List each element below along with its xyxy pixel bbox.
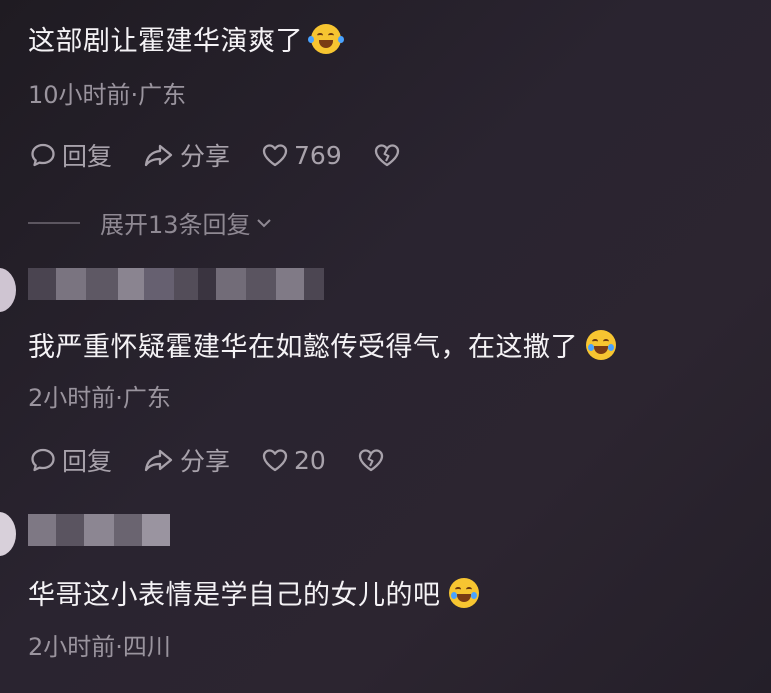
comment-3-text: 华哥这小表情是学自己的女儿的吧: [28, 578, 479, 614]
dislike-button[interactable]: [356, 445, 390, 475]
broken-heart-icon: [374, 144, 399, 167]
expand-replies-button[interactable]: 展开13条回复: [28, 205, 275, 240]
share-arrow-icon: [144, 449, 173, 472]
username-pixelated[interactable]: [28, 268, 324, 300]
reply-button[interactable]: 回复: [28, 137, 112, 173]
comment-1-text: 这部剧让霍建华演爽了: [28, 24, 344, 60]
comment-2-text: 我严重怀疑霍建华在如懿传受得气，在这撒了: [28, 330, 616, 366]
share-button[interactable]: 分享: [142, 442, 230, 478]
avatar[interactable]: [0, 268, 16, 312]
comment-1-actions: 回复 分享 769: [28, 137, 436, 173]
username-pixelated[interactable]: [28, 514, 170, 546]
like-count: 769: [294, 140, 342, 170]
like-button[interactable]: 20: [260, 445, 326, 475]
broken-heart-icon: [358, 449, 383, 472]
comment-1-meta: 10小时前·广东: [28, 81, 187, 109]
reply-button[interactable]: 回复: [28, 442, 112, 478]
divider: [28, 221, 80, 224]
comment-2-actions: 回复 分享 20: [28, 442, 420, 478]
crying-laughing-emoji: [448, 578, 479, 608]
heart-icon: [262, 449, 288, 472]
crying-laughing-emoji: [586, 330, 616, 360]
laughing-tears-emoji: [308, 24, 344, 54]
share-button[interactable]: 分享: [142, 137, 230, 173]
dislike-button[interactable]: [372, 140, 406, 170]
chevron-down-icon: [256, 218, 271, 227]
like-count: 20: [294, 445, 326, 475]
comment-3-meta: 2小时前·四川: [28, 633, 171, 661]
comment-bubble-icon: [31, 143, 55, 167]
avatar[interactable]: [0, 512, 16, 556]
comment-bubble-icon: [31, 448, 55, 472]
like-button[interactable]: 769: [260, 140, 342, 170]
heart-icon: [262, 144, 288, 167]
comment-2-meta: 2小时前·广东: [28, 384, 171, 412]
share-arrow-icon: [144, 144, 173, 167]
